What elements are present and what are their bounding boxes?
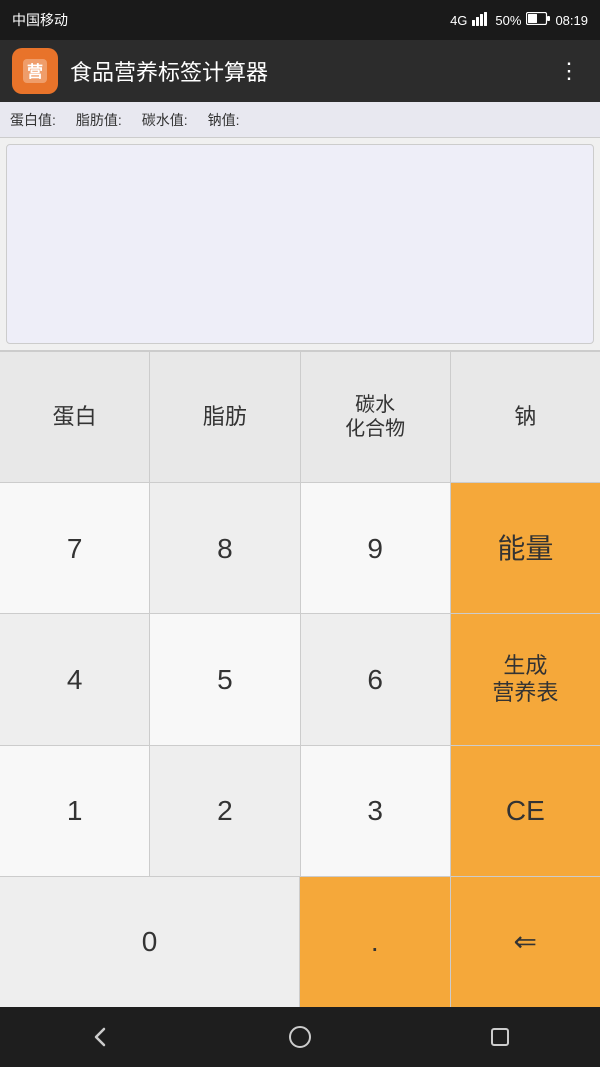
- app-icon: 营: [12, 48, 58, 94]
- display-area: [6, 144, 594, 344]
- carrier-label: 中国移动: [12, 10, 68, 30]
- keypad: 蛋白 脂肪 碳水 化合物 钠 7 8 9 能量 4 5 6 生成 营养表 1 2…: [0, 350, 600, 1007]
- key-4[interactable]: 4: [0, 614, 150, 744]
- app-title: 食品营养标签计算器: [70, 55, 550, 87]
- key-7[interactable]: 7: [0, 483, 150, 613]
- signal-icon: [472, 12, 490, 29]
- nav-bar: [0, 1007, 600, 1067]
- status-icons: 4G 50% 08:19: [450, 12, 588, 29]
- menu-icon[interactable]: ⋮: [550, 54, 588, 88]
- row-4: 0 . ⇐: [0, 877, 600, 1007]
- network-label: 4G: [450, 13, 467, 28]
- info-bar: 蛋白值: 脂肪值: 碳水值: 钠值:: [0, 102, 600, 138]
- recents-button[interactable]: [470, 1017, 530, 1057]
- key-ce[interactable]: CE: [451, 746, 600, 876]
- key-6[interactable]: 6: [301, 614, 451, 744]
- status-bar: 中国移动 4G 50% 08:19: [0, 0, 600, 40]
- sodium-label: 钠值:: [208, 110, 240, 130]
- fat-label: 脂肪值:: [76, 110, 122, 130]
- home-button[interactable]: [270, 1017, 330, 1057]
- key-5[interactable]: 5: [150, 614, 300, 744]
- app-bar: 营 食品营养标签计算器 ⋮: [0, 40, 600, 102]
- key-backspace[interactable]: ⇐: [451, 877, 600, 1007]
- back-button[interactable]: [70, 1017, 130, 1057]
- key-sodium[interactable]: 钠: [451, 352, 600, 482]
- key-3[interactable]: 3: [301, 746, 451, 876]
- key-fat[interactable]: 脂肪: [150, 352, 300, 482]
- key-9[interactable]: 9: [301, 483, 451, 613]
- row-2: 4 5 6 生成 营养表: [0, 614, 600, 745]
- key-dot[interactable]: .: [300, 877, 451, 1007]
- category-row: 蛋白 脂肪 碳水 化合物 钠: [0, 352, 600, 483]
- key-1[interactable]: 1: [0, 746, 150, 876]
- row-3: 1 2 3 CE: [0, 746, 600, 877]
- key-energy[interactable]: 能量: [451, 483, 600, 613]
- key-2[interactable]: 2: [150, 746, 300, 876]
- battery-icon: [526, 12, 550, 28]
- battery-label: 50%: [495, 13, 521, 28]
- key-carbs[interactable]: 碳水 化合物: [301, 352, 451, 482]
- key-8[interactable]: 8: [150, 483, 300, 613]
- svg-text:营: 营: [27, 62, 43, 81]
- key-0[interactable]: 0: [0, 877, 300, 1007]
- row-1: 7 8 9 能量: [0, 483, 600, 614]
- key-protein[interactable]: 蛋白: [0, 352, 150, 482]
- carbs-label: 碳水值:: [142, 110, 188, 130]
- key-generate[interactable]: 生成 营养表: [451, 614, 600, 744]
- time-label: 08:19: [555, 13, 588, 28]
- protein-label: 蛋白值:: [10, 110, 56, 130]
